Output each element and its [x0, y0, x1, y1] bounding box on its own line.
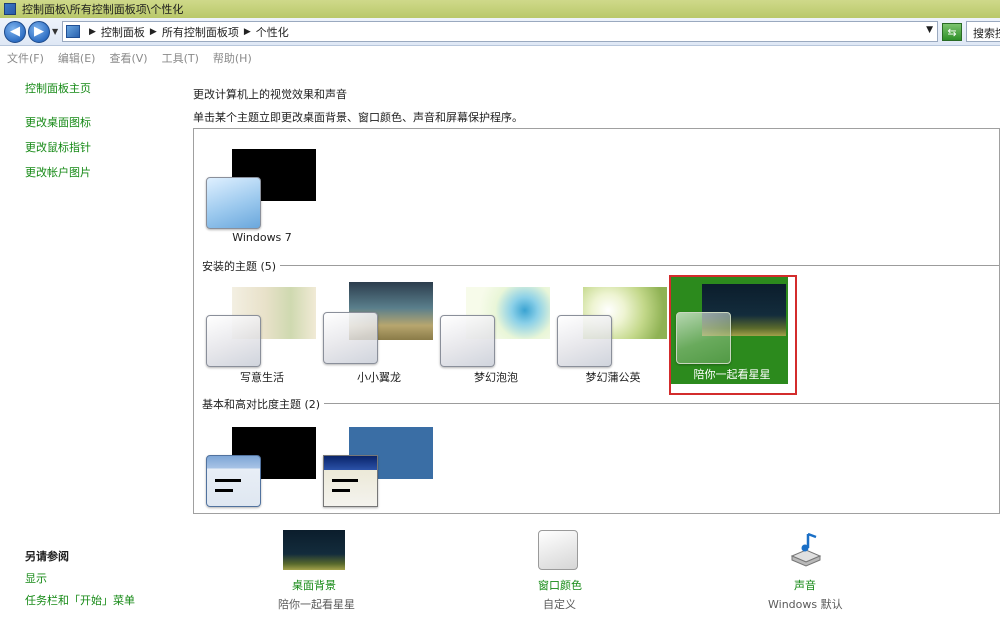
page-description: 单击某个主题立即更改桌面背景、窗口颜色、声音和屏幕保护程序。 [193, 111, 523, 124]
page-title: 更改计算机上的视觉效果和声音 [193, 88, 347, 101]
menu-file[interactable]: 文件(F) [7, 50, 44, 66]
sound-note-icon [790, 532, 822, 567]
theme-xieyi[interactable]: 写意生活 [206, 287, 318, 384]
theme-label: 梦幻泡泡 [474, 371, 518, 384]
theme-peini-kan-xingxing[interactable]: 陪你一起看星星 [676, 284, 788, 381]
see-also-taskbar[interactable]: 任务栏和「开始」菜单 [25, 592, 135, 608]
theme-windows-classic[interactable] [323, 427, 435, 513]
window-line [215, 479, 241, 482]
theme-label: Windows 7 [232, 231, 292, 244]
window-preview [206, 177, 261, 229]
theme-list[interactable]: Windows 7 安装的主题 (5) 写意生活 小小翼龙 梦幻泡泡 梦幻蒲公英… [193, 128, 1000, 514]
window-color-link[interactable]: 窗口颜色 [538, 577, 582, 593]
window-color-value: 自定义 [543, 598, 576, 611]
window-color-preview[interactable] [538, 530, 578, 570]
sidebar-link-desktop-icons[interactable]: 更改桌面图标 [25, 114, 91, 130]
window-preview [557, 315, 612, 367]
address-bar: ◀ ▶ ▼ ▶ 控制面板 ▶ 所有控制面板项 ▶ 个性化 ▼ ⇆ 搜索控制面板 [0, 18, 1000, 46]
theme-windows7-basic[interactable] [206, 427, 318, 513]
theme-label: 写意生活 [240, 371, 284, 384]
chevron-right-icon[interactable]: ▶ [89, 27, 96, 37]
sound-value: Windows 默认 [768, 598, 843, 611]
refresh-icon: ⇆ [947, 25, 957, 39]
theme-label: 陪你一起看星星 [693, 368, 771, 381]
window-preview [206, 455, 261, 507]
address-field[interactable]: ▶ 控制面板 ▶ 所有控制面板项 ▶ 个性化 ▼ [62, 21, 938, 42]
sound-preview[interactable] [786, 530, 828, 570]
sound-link[interactable]: 声音 [794, 577, 816, 593]
theme-label: 小小翼龙 [357, 371, 401, 384]
window-line [332, 479, 358, 482]
refresh-button[interactable]: ⇆ [942, 23, 962, 41]
theme-menghuan-pugongying[interactable]: 梦幻蒲公英 [557, 287, 669, 384]
window-line [332, 489, 350, 492]
search-input[interactable]: 搜索控制面板 [966, 21, 1000, 42]
breadcrumb-control-panel[interactable]: 控制面板 [101, 24, 145, 40]
window-title: 控制面板\所有控制面板项\个性化 [22, 3, 184, 16]
forward-button[interactable]: ▶ [28, 20, 50, 43]
window-preview [323, 312, 378, 364]
control-panel-icon [66, 25, 80, 38]
sidebar-link-account-picture[interactable]: 更改帐户图片 [25, 164, 91, 180]
chevron-right-icon[interactable]: ▶ [150, 27, 157, 37]
forward-arrow-icon: ▶ [34, 24, 44, 39]
window-preview [206, 315, 261, 367]
breadcrumb-all-items[interactable]: 所有控制面板项 [162, 24, 239, 40]
group-label-basic: 基本和高对比度主题 (2) [202, 396, 325, 412]
sidebar-link-mouse-pointers[interactable]: 更改鼠标指针 [25, 139, 91, 155]
sidebar: 控制面板主页 更改桌面图标 更改鼠标指针 更改帐户图片 [25, 80, 91, 189]
menu-bar: 文件(F) 编辑(E) 查看(V) 工具(T) 帮助(H) [0, 47, 1000, 69]
window-line [215, 489, 233, 492]
menu-tools[interactable]: 工具(T) [162, 50, 199, 66]
recent-pages-dropdown[interactable]: ▼ [52, 27, 58, 36]
desktop-background-link[interactable]: 桌面背景 [292, 577, 336, 593]
group-divider [202, 265, 999, 266]
menu-view[interactable]: 查看(V) [109, 50, 147, 66]
title-bar: 控制面板\所有控制面板项\个性化 [0, 0, 1000, 18]
control-panel-icon [4, 3, 16, 15]
menu-edit[interactable]: 编辑(E) [58, 50, 96, 66]
sidebar-link-home[interactable]: 控制面板主页 [25, 80, 91, 96]
window-preview [440, 315, 495, 367]
window-preview [323, 455, 378, 507]
see-also-display[interactable]: 显示 [25, 570, 47, 586]
back-arrow-icon: ◀ [10, 24, 20, 39]
group-label-installed: 安装的主题 (5) [202, 258, 281, 274]
theme-menghuan-paopao[interactable]: 梦幻泡泡 [440, 287, 552, 384]
chevron-right-icon[interactable]: ▶ [244, 27, 251, 37]
menu-help[interactable]: 帮助(H) [213, 50, 252, 66]
desktop-background-value: 陪你一起看星星 [278, 598, 355, 611]
window-preview [676, 312, 731, 364]
theme-label: 梦幻蒲公英 [585, 371, 641, 384]
chevron-down-icon[interactable]: ▼ [926, 25, 933, 35]
desktop-background-preview[interactable] [283, 530, 345, 570]
theme-windows7[interactable]: Windows 7 [206, 149, 318, 244]
back-button[interactable]: ◀ [4, 20, 26, 43]
breadcrumb-personalization[interactable]: 个性化 [256, 24, 289, 40]
theme-xiaoxiao-yilong[interactable]: 小小翼龙 [323, 282, 435, 384]
see-also-title: 另请参阅 [25, 550, 69, 563]
